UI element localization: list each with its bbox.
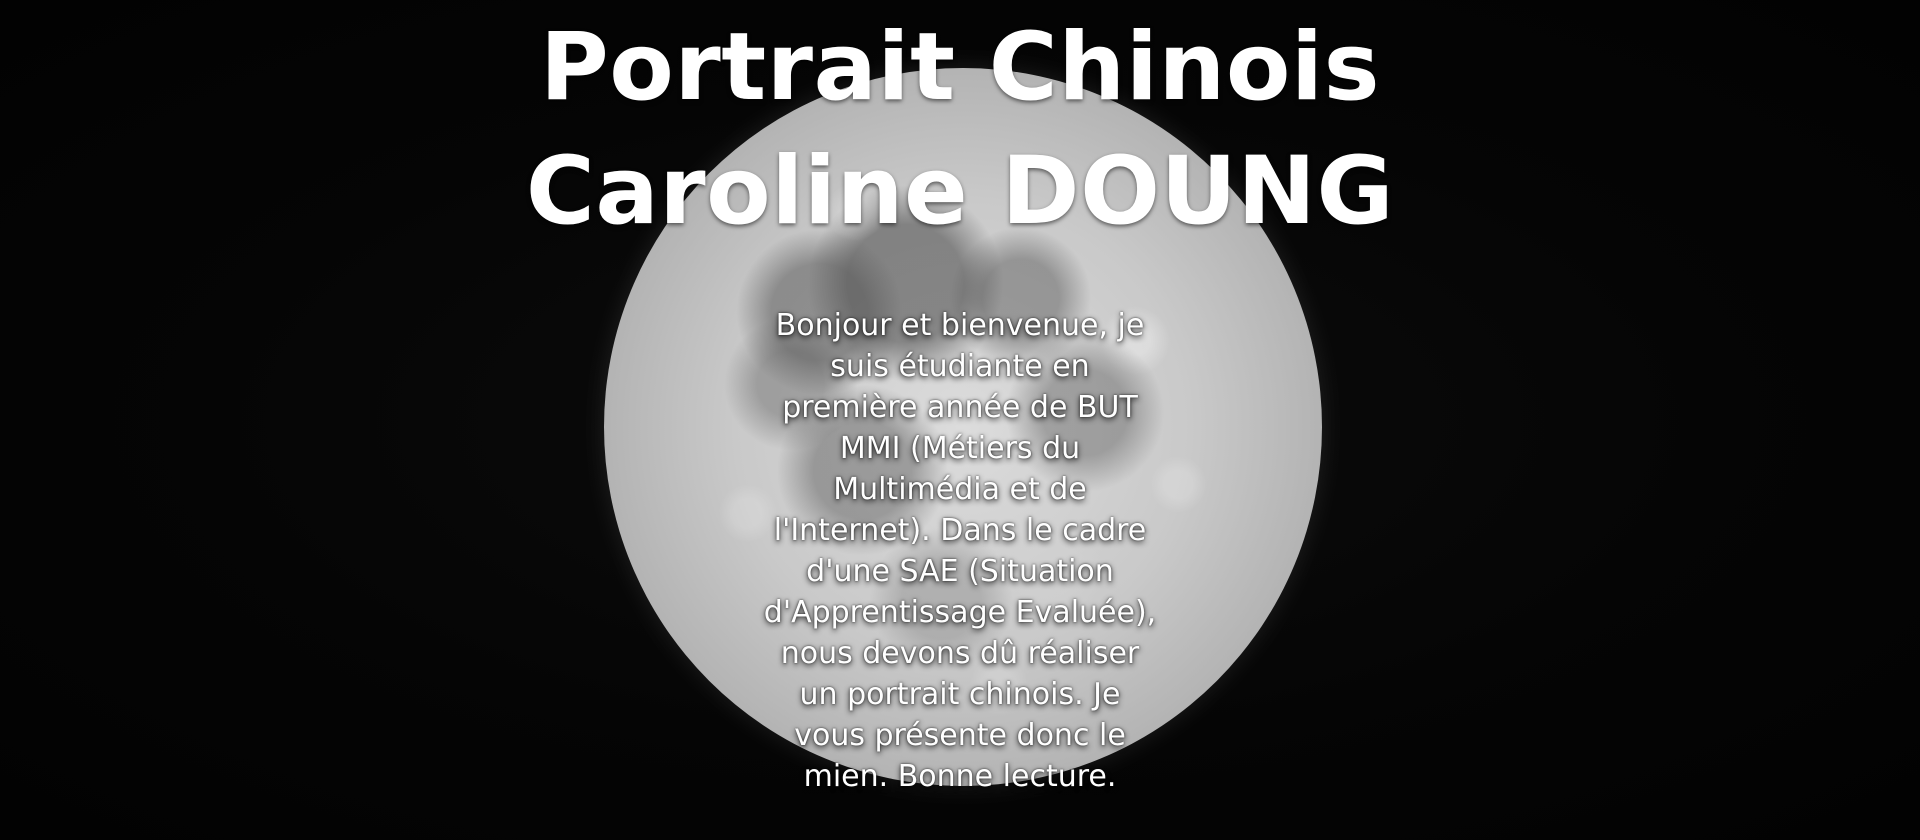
intro-line: d'Apprentissage Evaluée),	[763, 595, 1157, 630]
intro-line: MMI (Métiers du	[839, 431, 1081, 466]
intro-line: un portrait chinois. Je	[799, 677, 1121, 712]
intro-line: première année de BUT	[782, 390, 1138, 425]
intro-line: vous présente donc le	[794, 718, 1126, 753]
author-name: Caroline DOUNG	[525, 137, 1395, 246]
intro-line: l'Internet). Dans le cadre	[773, 513, 1147, 548]
intro-line: nous devons dû réaliser	[780, 636, 1140, 671]
intro-line: suis étudiante en	[830, 349, 1090, 384]
page-header: Portrait Chinois Caroline DOUNG	[0, 6, 1920, 254]
intro-line: d'une SAE (Situation	[806, 554, 1114, 589]
intro-paragraph: Bonjour et bienvenue, je suis étudiante …	[722, 305, 1198, 797]
page: Portrait Chinois Caroline DOUNG Bonjour …	[0, 0, 1920, 840]
intro-line: Multimédia et de	[833, 472, 1087, 507]
page-title: Portrait Chinois	[539, 13, 1381, 122]
intro-line: mien. Bonne lecture.	[803, 759, 1117, 794]
intro-line: Bonjour et bienvenue, je	[775, 308, 1145, 343]
